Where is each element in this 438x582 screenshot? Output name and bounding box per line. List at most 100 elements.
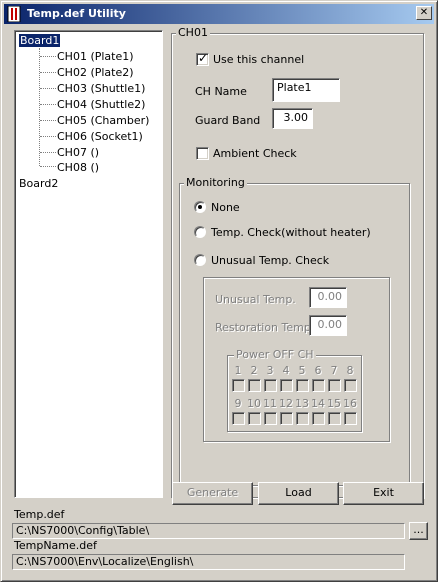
- unusual-temp-label: Unusual Temp.: [215, 293, 296, 306]
- power-off-ch-number: 7: [330, 364, 338, 377]
- unusual-temp-input[interactable]: 0.00: [309, 287, 347, 308]
- power-off-ch-number: 15: [327, 397, 341, 410]
- power-off-ch-number: 8: [346, 364, 354, 377]
- power-off-ch-number: 12: [279, 397, 293, 410]
- temp-def-path-field[interactable]: C:\NS7000\Config\Table\: [12, 523, 405, 539]
- tree-connector: [40, 152, 56, 153]
- monitoring-temp-check-label: Temp. Check(without heater): [211, 226, 371, 239]
- power-off-ch-checkbox[interactable]: [232, 379, 245, 392]
- ch-name-input[interactable]: Plate1: [272, 78, 340, 102]
- tempname-def-path-field[interactable]: C:\NS7000\Env\Localize\English\: [12, 554, 405, 570]
- restoration-temp-label: Restoration Temp.: [215, 321, 315, 334]
- close-button[interactable]: ✕: [416, 6, 432, 20]
- tree-connector: [40, 104, 56, 105]
- power-off-ch-checkbox[interactable]: [264, 412, 277, 425]
- tree-item-label: CH01 (Plate1): [57, 50, 134, 63]
- tree-item-ch04[interactable]: CH04 (Shuttle2): [57, 98, 145, 112]
- tree-item-label: CH03 (Shuttle1): [57, 82, 146, 95]
- power-off-ch-checkbox[interactable]: [232, 412, 245, 425]
- tree-item-ch02[interactable]: CH02 (Plate2): [57, 66, 134, 80]
- ambient-check-label: Ambient Check: [213, 147, 297, 160]
- power-off-ch-checkbox[interactable]: [280, 379, 293, 392]
- tree-connector: [40, 72, 56, 73]
- tree-item-label: CH02 (Plate2): [57, 66, 134, 79]
- power-off-ch-number: 13: [295, 397, 309, 410]
- power-off-ch-checkbox[interactable]: [344, 412, 357, 425]
- power-off-group-label: Power OFF CH: [234, 348, 316, 361]
- tree-item-ch06[interactable]: CH06 (Socket1): [57, 130, 143, 144]
- power-off-ch-number: 10: [247, 397, 261, 410]
- power-off-ch-number: 5: [298, 364, 306, 377]
- tree-connector: [40, 88, 56, 89]
- power-off-group: Power OFF CH 1 2 3 4 5 6 7 8 9 10 11 12 …: [227, 348, 362, 432]
- power-off-ch-checkbox[interactable]: [312, 379, 325, 392]
- tree-item-label: CH07 (): [57, 146, 100, 159]
- tempname-def-label: TempName.def: [14, 539, 97, 552]
- guard-band-input[interactable]: 3.00: [272, 108, 313, 129]
- monitoring-none-label: None: [211, 201, 240, 214]
- power-off-ch-checkbox[interactable]: [312, 412, 325, 425]
- tree-item-label: CH06 (Socket1): [57, 130, 143, 143]
- power-off-ch-checkbox[interactable]: [264, 379, 277, 392]
- ambient-check-checkbox[interactable]: [196, 147, 209, 160]
- use-channel-checkbox[interactable]: ✓: [196, 51, 209, 66]
- channel-group-label: CH01: [176, 26, 210, 39]
- monitoring-none-radio[interactable]: [194, 201, 206, 213]
- browse-button[interactable]: ...: [409, 522, 428, 540]
- load-button[interactable]: Load: [258, 482, 339, 505]
- power-off-ch-checkbox[interactable]: [296, 412, 309, 425]
- monitoring-temp-check-radio[interactable]: [194, 226, 206, 238]
- tree-item-ch08[interactable]: CH08 (): [57, 161, 99, 175]
- tree-item-label: CH05 (Chamber): [57, 114, 150, 127]
- tree-item-label: CH04 (Shuttle2): [57, 98, 146, 111]
- tree-item-label: Board1: [17, 33, 62, 48]
- exit-button[interactable]: Exit: [343, 482, 424, 505]
- tree-item-ch05[interactable]: CH05 (Chamber): [57, 114, 149, 128]
- power-off-ch-number: 16: [343, 397, 357, 410]
- board-tree[interactable]: Board1 CH01 (Plate1) CH02 (Plate2) CH03 …: [14, 30, 163, 498]
- generate-button[interactable]: Generate: [172, 482, 253, 505]
- power-off-ch-number: 6: [314, 364, 322, 377]
- monitoring-unusual-temp-radio[interactable]: [194, 254, 206, 266]
- power-off-ch-checkbox[interactable]: [296, 379, 309, 392]
- tree-connector: [40, 136, 56, 137]
- unusual-temp-group: Unusual Temp. 0.00 Restoration Temp. 0.0…: [203, 277, 390, 442]
- tree-item-ch03[interactable]: CH03 (Shuttle1): [57, 82, 145, 96]
- use-channel-label: Use this channel: [213, 53, 305, 66]
- restoration-temp-input[interactable]: 0.00: [309, 315, 347, 336]
- power-off-ch-checkbox[interactable]: [248, 379, 261, 392]
- power-off-ch-number: 3: [266, 364, 274, 377]
- tree-item-ch07[interactable]: CH07 (): [57, 146, 99, 160]
- checkmark-icon: ✓: [198, 51, 209, 65]
- app-icon: [7, 6, 21, 22]
- window-title: Temp.def Utility: [27, 7, 126, 20]
- tree-item-label: Board2: [19, 177, 59, 190]
- power-off-ch-number: 14: [311, 397, 325, 410]
- utility-window: Temp.def Utility ✕ Board1 CH01 (Plate1) …: [0, 0, 438, 582]
- tree-connector: [40, 166, 56, 167]
- monitoring-group-label: Monitoring: [184, 176, 247, 189]
- power-off-ch-checkbox[interactable]: [328, 412, 341, 425]
- close-icon: ✕: [419, 7, 429, 18]
- power-off-ch-number: 2: [250, 364, 258, 377]
- power-off-ch-number: 11: [263, 397, 277, 410]
- power-off-ch-number: 4: [282, 364, 290, 377]
- power-off-ch-checkbox[interactable]: [248, 412, 261, 425]
- monitoring-group: Monitoring None Temp. Check(without heat…: [179, 176, 410, 486]
- tree-item-board2[interactable]: Board2: [19, 177, 58, 191]
- ch-name-label: CH Name: [195, 85, 247, 98]
- power-off-ch-checkbox[interactable]: [328, 379, 341, 392]
- power-off-ch-checkbox[interactable]: [344, 379, 357, 392]
- temp-def-label: Temp.def: [14, 508, 65, 521]
- tree-connector: [40, 56, 56, 57]
- tree-item-board1[interactable]: Board1: [17, 33, 62, 48]
- guard-band-label: Guard Band: [195, 114, 261, 127]
- channel-group: CH01 ✓ Use this channel CH Name Plate1 G…: [171, 26, 424, 498]
- tree-item-label: CH08 (): [57, 161, 100, 174]
- tree-connector: [39, 48, 40, 166]
- title-bar[interactable]: Temp.def Utility ✕: [4, 4, 434, 24]
- power-off-ch-checkbox[interactable]: [280, 412, 293, 425]
- power-off-ch-number: 1: [234, 364, 242, 377]
- radio-dot-icon: [198, 205, 202, 209]
- tree-item-ch01[interactable]: CH01 (Plate1): [57, 50, 134, 64]
